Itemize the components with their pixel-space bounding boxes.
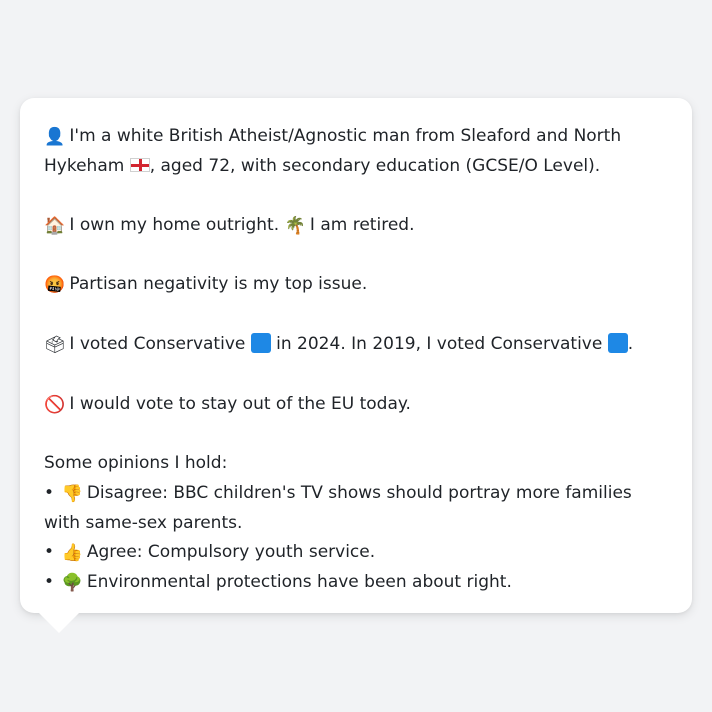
speech-bubble-tail: [38, 612, 80, 633]
vote-text-middle: in 2024. In 2019, I voted Conservative: [270, 334, 608, 355]
issue-text: Partisan negativity is my top issue.: [64, 274, 368, 295]
palm-tree-icon: 🌴: [284, 215, 306, 236]
bullet: •: [44, 572, 55, 593]
eu-text: I would vote to stay out of the EU today…: [64, 393, 411, 414]
opinions-heading: Some opinions I hold:: [44, 453, 228, 474]
conservative-square-icon: [250, 333, 271, 354]
retired-text: I am retired.: [304, 214, 415, 235]
ballot-box-icon: 🗳: [44, 335, 66, 356]
angry-face-icon: 🤬: [44, 275, 66, 296]
home-line: 🏠 I own my home outright. 🌴 I am retired…: [44, 211, 668, 241]
intro-text-suffix: , aged 72, with secondary education (GCS…: [149, 156, 601, 177]
home-text: I own my home outright.: [64, 214, 285, 235]
vote-text-suffix: .: [627, 334, 634, 355]
persona-card: 👤 I'm a white British Atheist/Agnostic m…: [20, 98, 692, 613]
thumbs-down-icon: 👎: [61, 483, 83, 504]
opinion-item: • 👎 Disagree: BBC children's TV shows sh…: [44, 479, 668, 539]
bullet: •: [44, 482, 55, 503]
bullet: •: [44, 542, 55, 563]
opinion-item: • 🌳 Environmental protections have been …: [44, 568, 668, 598]
eu-line: 🚫 I would vote to stay out of the EU tod…: [44, 390, 668, 420]
tree-icon: 🌳: [61, 573, 83, 594]
opinion-text: Disagree: BBC children's TV shows should…: [44, 482, 632, 533]
no-entry-icon: 🚫: [44, 394, 66, 415]
intro-line: 👤 I'm a white British Atheist/Agnostic m…: [44, 122, 668, 182]
conservative-square-icon: [607, 333, 628, 354]
issue-line: 🤬 Partisan negativity is my top issue.: [44, 270, 668, 300]
vote-line: 🗳 I voted Conservative in 2024. In 2019,…: [44, 330, 668, 360]
opinion-text: Environmental protections have been abou…: [81, 572, 512, 593]
house-icon: 🏠: [44, 215, 66, 236]
person-icon: 👤: [44, 127, 66, 147]
opinion-item: • 👍 Agree: Compulsory youth service.: [44, 538, 668, 568]
thumbs-up-icon: 👍: [61, 543, 83, 564]
vote-text: I voted Conservative: [64, 334, 251, 355]
england-flag-icon: [129, 158, 150, 173]
opinion-text: Agree: Compulsory youth service.: [81, 542, 376, 563]
